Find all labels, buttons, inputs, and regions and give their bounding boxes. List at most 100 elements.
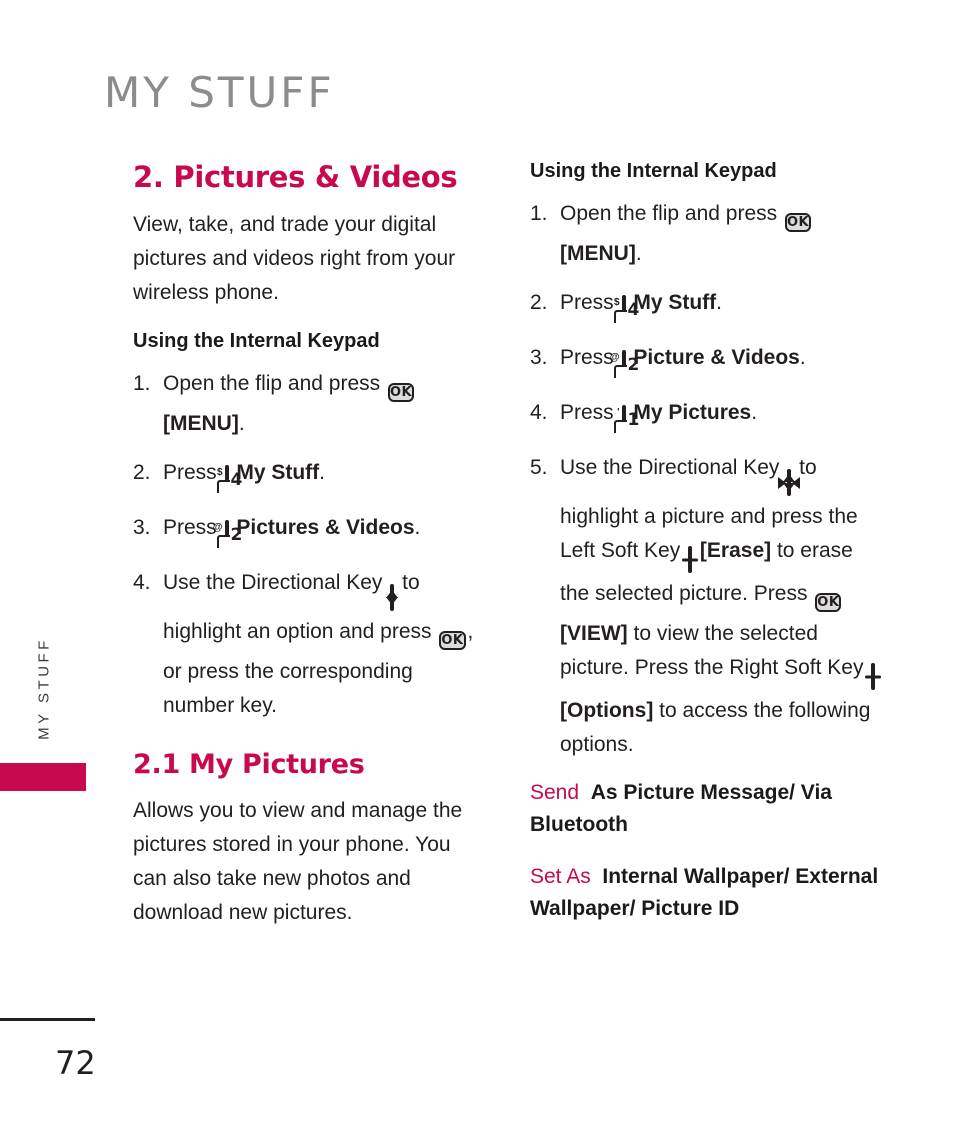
number-key-1-icon: 1 ' [613, 402, 639, 436]
step-bold-options: [Options] [560, 699, 654, 723]
page-number: 72 [55, 1044, 96, 1082]
step-text-tail: . [635, 242, 642, 266]
ok-key-body: OK [784, 213, 812, 232]
step-text: Use the Directional Key [163, 571, 389, 595]
option-label: Send [530, 781, 580, 805]
ok-key-body: OK [387, 383, 415, 403]
number-key-corner [613, 365, 627, 379]
option-entry-send: Send As Picture Message/ Via Bluetooth [530, 777, 885, 841]
ok-key-body: OK [815, 593, 842, 613]
ok-key-icon: OK [784, 203, 812, 237]
list-item: 2. Press 4 $ My Stuff. [133, 456, 483, 496]
list-item: 4. Use the Directional Key to highlight a… [133, 566, 483, 723]
step-text: Press [163, 461, 223, 485]
number-key-digit: 1 [627, 410, 640, 431]
step-bold-text: My Pictures [627, 401, 752, 425]
soft-key-dash [682, 558, 699, 562]
number-key-digit: 2 [230, 525, 243, 546]
number-key-superscript: $ [216, 467, 223, 479]
list-item: 3. Press 2 @ Pictures & Videos. [133, 511, 483, 551]
step-text-tail: . [716, 291, 723, 315]
directional-key-body [386, 584, 399, 612]
list-item: 5. Use the Directional Key to highlight a… [530, 451, 885, 762]
step-text-tail: . [238, 412, 245, 436]
number-key-4-icon: 4 $ [613, 292, 639, 326]
subsection-heading: 2.1 My Pictures [133, 749, 365, 781]
side-tab-marker [0, 763, 86, 791]
ok-key-icon: OK [815, 583, 842, 617]
option-entry-set-as: Set As Internal Wallpaper/ External Wall… [530, 861, 885, 925]
subsection-paragraph: Allows you to view and manage the pictur… [133, 799, 463, 925]
footer-divider [0, 1018, 95, 1021]
step-bold-text: Picture & Videos [627, 346, 800, 370]
right-steps-list: 1. Open the flip and press OK [MENU]. 2. P… [530, 197, 885, 762]
arrow-down-icon [386, 597, 399, 606]
number-key-digit: 4 [627, 300, 640, 321]
step-text-tail: . [319, 461, 326, 485]
step-text-tail: . [414, 516, 421, 540]
step-bold-text: My Stuff [230, 461, 320, 485]
step-number: 2. [530, 291, 548, 315]
step-number: 5. [530, 456, 548, 480]
number-key-corner [613, 420, 627, 434]
chapter-header: MY STUFF [104, 68, 335, 117]
directional-key-body [778, 469, 801, 497]
number-key-superscript: ' [617, 407, 620, 419]
step-number: 3. [530, 346, 548, 370]
left-soft-key-body [682, 546, 699, 574]
arrow-left-icon [792, 476, 801, 489]
left-soft-key-icon [682, 540, 699, 577]
section-heading: 2. Pictures & Videos [133, 160, 458, 194]
right-soft-key-icon [865, 657, 882, 694]
number-key-corner [216, 480, 230, 494]
step-text-tail: . [751, 401, 758, 425]
number-key-body: 1 ' [613, 405, 639, 434]
step-text: Open the flip and press [163, 372, 386, 396]
step-bold-text: [MENU] [560, 242, 636, 266]
number-key-digit: 2 [627, 355, 640, 376]
step-number: 4. [133, 571, 151, 595]
number-key-4-icon: 4 $ [216, 462, 242, 496]
step-text: Open the flip and press [560, 202, 783, 225]
list-item: 3. Press 2 @ Picture & Videos. [530, 341, 885, 381]
intro-paragraph: View, take, and trade your digital pictu… [133, 213, 456, 305]
number-key-corner [613, 310, 627, 324]
step-number: 4. [530, 401, 548, 425]
list-item: 2. Press 4 $ My Stuff. [530, 286, 885, 326]
step-text: Use the Directional Key [560, 456, 786, 480]
arrow-right-icon [778, 476, 787, 489]
step-number: 1. [133, 372, 151, 396]
list-item: 1. Open the flip and press OK [MENU]. [133, 367, 483, 441]
step-number: 1. [530, 202, 548, 225]
number-key-2-icon: 2 @ [213, 517, 242, 551]
step-text: Press [560, 401, 620, 425]
number-key-digit: 4 [230, 470, 243, 491]
manual-page: MY STUFF MY STUFF 2. Pictures & Videos V… [0, 0, 954, 1145]
ok-key-body: OK [439, 631, 466, 651]
number-key-body: 2 @ [610, 350, 639, 379]
left-subheading: Using the Internal Keypad [133, 330, 380, 353]
step-bold-view: [VIEW] [560, 622, 628, 646]
step-bold-text: [MENU] [163, 412, 239, 436]
ok-key-icon: OK [387, 373, 415, 407]
list-item: 1. Open the flip and press OK [MENU]. [530, 197, 885, 271]
number-key-body: 4 $ [216, 465, 242, 494]
list-item: 4. Press 1 ' My Pictures. [530, 396, 885, 436]
option-label: Set As [530, 865, 591, 889]
step-text-tail: . [799, 346, 806, 370]
ok-key-icon: OK [439, 621, 466, 655]
left-column: 2. Pictures & Videos View, take, and tra… [133, 160, 483, 946]
directional-key-four-way-icon [778, 457, 801, 500]
number-key-superscript: $ [613, 297, 620, 309]
number-key-superscript: @ [609, 352, 620, 364]
side-tab-label: MY STUFF [35, 637, 53, 740]
right-soft-key-body [865, 663, 882, 691]
step-bold-text: Pictures & Videos [230, 516, 415, 540]
left-steps-list: 1. Open the flip and press OK [MENU]. 2. P… [133, 367, 483, 723]
right-subheading: Using the Internal Keypad [530, 160, 777, 182]
number-key-corner [216, 535, 230, 549]
step-number: 2. [133, 461, 151, 485]
step-number: 3. [133, 516, 151, 540]
number-key-body: 4 $ [613, 295, 639, 324]
step-bold-text: My Stuff [627, 291, 717, 315]
